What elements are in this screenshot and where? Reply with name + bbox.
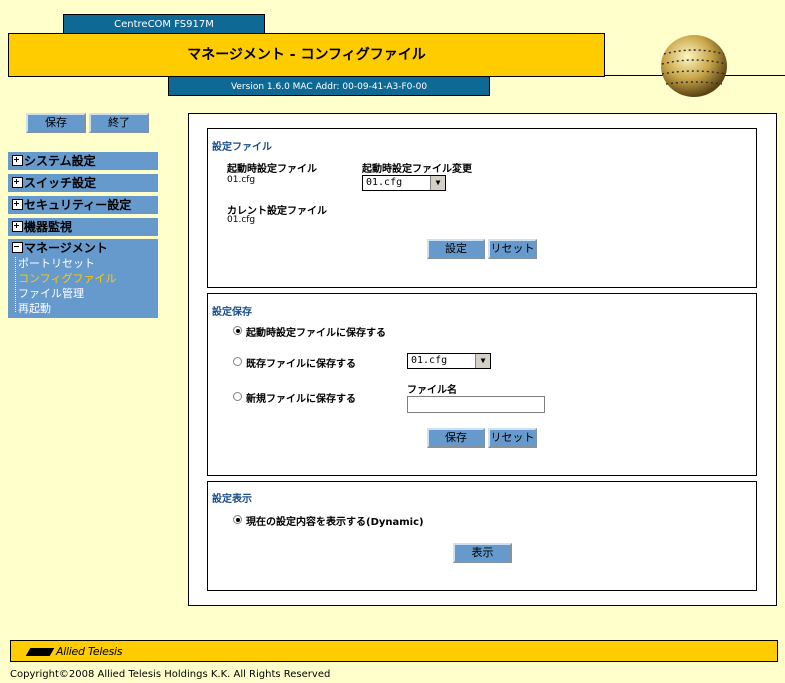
select-value: 01.cfg bbox=[411, 355, 448, 366]
menu-security-settings[interactable]: セキュリティー設定 bbox=[8, 196, 158, 214]
page-title: マネージメント - コンフィグファイル bbox=[8, 33, 605, 77]
radio-save-new[interactable] bbox=[233, 392, 242, 401]
filename-label: ファイル名 bbox=[407, 385, 457, 396]
select-value: 01.cfg bbox=[366, 177, 403, 188]
filename-input[interactable] bbox=[407, 396, 545, 413]
menu-management[interactable]: マネージメント bbox=[12, 239, 108, 257]
menu-label: システム設定 bbox=[24, 154, 96, 168]
menu-switch-settings[interactable]: スイッチ設定 bbox=[8, 174, 158, 192]
save-config-section bbox=[207, 293, 757, 476]
expand-icon bbox=[12, 155, 23, 166]
copyright-text: Copyright©2008 Allied Telesis Holdings K… bbox=[10, 669, 331, 680]
radio-save-existing-label: 既存ファイルに保存する bbox=[246, 359, 356, 370]
exit-button[interactable]: 終了 bbox=[89, 113, 149, 133]
expand-icon bbox=[12, 221, 23, 232]
globe-logo-icon bbox=[661, 35, 727, 97]
display-config-section bbox=[207, 481, 757, 591]
allied-telesis-logo-icon bbox=[25, 648, 55, 656]
company-logo: Allied Telesis bbox=[25, 645, 123, 658]
expand-icon bbox=[12, 177, 23, 188]
show-button[interactable]: 表示 bbox=[453, 543, 512, 563]
menu-system-settings[interactable]: システム設定 bbox=[8, 152, 158, 170]
submenu-port-reset[interactable]: ポートリセット bbox=[18, 256, 95, 271]
menu-label: セキュリティー設定 bbox=[24, 198, 132, 212]
startup-file-value: 01.cfg bbox=[227, 175, 256, 185]
current-file-value: 01.cfg bbox=[227, 215, 256, 225]
save-config-button[interactable]: 保存 bbox=[427, 428, 485, 448]
reset-button[interactable]: リセット bbox=[488, 428, 537, 448]
startup-file-label: 起動時設定ファイル bbox=[227, 164, 317, 175]
startup-file-select[interactable]: 01.cfg ▼ bbox=[362, 175, 446, 191]
existing-file-select[interactable]: 01.cfg ▼ bbox=[407, 353, 491, 369]
submenu-file-management[interactable]: ファイル管理 bbox=[18, 286, 84, 301]
menu-device-monitor[interactable]: 機器監視 bbox=[8, 218, 158, 236]
submenu-reboot[interactable]: 再起動 bbox=[18, 301, 51, 316]
set-button[interactable]: 設定 bbox=[427, 239, 485, 259]
collapse-icon bbox=[12, 242, 23, 253]
reset-button[interactable]: リセット bbox=[488, 239, 537, 259]
product-name-tab: CentreCOM FS917M bbox=[63, 14, 265, 34]
startup-change-label: 起動時設定ファイル変更 bbox=[362, 164, 472, 175]
tree-line bbox=[15, 257, 16, 312]
radio-save-startup[interactable] bbox=[233, 326, 242, 335]
version-info: Version 1.6.0 MAC Addr: 00-09-41-A3-F0-0… bbox=[168, 76, 490, 96]
submenu-config-file[interactable]: コンフィグファイル bbox=[18, 271, 116, 286]
expand-icon bbox=[12, 199, 23, 210]
radio-save-startup-label: 起動時設定ファイルに保存する bbox=[246, 328, 386, 339]
radio-display-current[interactable] bbox=[233, 515, 242, 524]
chevron-down-icon: ▼ bbox=[430, 176, 445, 190]
logo-text: Allied Telesis bbox=[56, 645, 123, 658]
radio-save-existing[interactable] bbox=[233, 357, 242, 366]
save-button[interactable]: 保存 bbox=[26, 113, 86, 133]
menu-label: スイッチ設定 bbox=[24, 176, 97, 190]
chevron-down-icon: ▼ bbox=[475, 354, 490, 368]
section-title: 設定表示 bbox=[212, 494, 252, 505]
section-title: 設定保存 bbox=[212, 307, 252, 318]
radio-display-current-label: 現在の設定内容を表示する(Dynamic) bbox=[246, 517, 424, 528]
section-title: 設定ファイル bbox=[212, 142, 272, 153]
footer-bar bbox=[10, 640, 778, 662]
menu-label: マネージメント bbox=[24, 241, 108, 255]
menu-label: 機器監視 bbox=[24, 220, 73, 234]
radio-save-new-label: 新規ファイルに保存する bbox=[246, 394, 356, 405]
